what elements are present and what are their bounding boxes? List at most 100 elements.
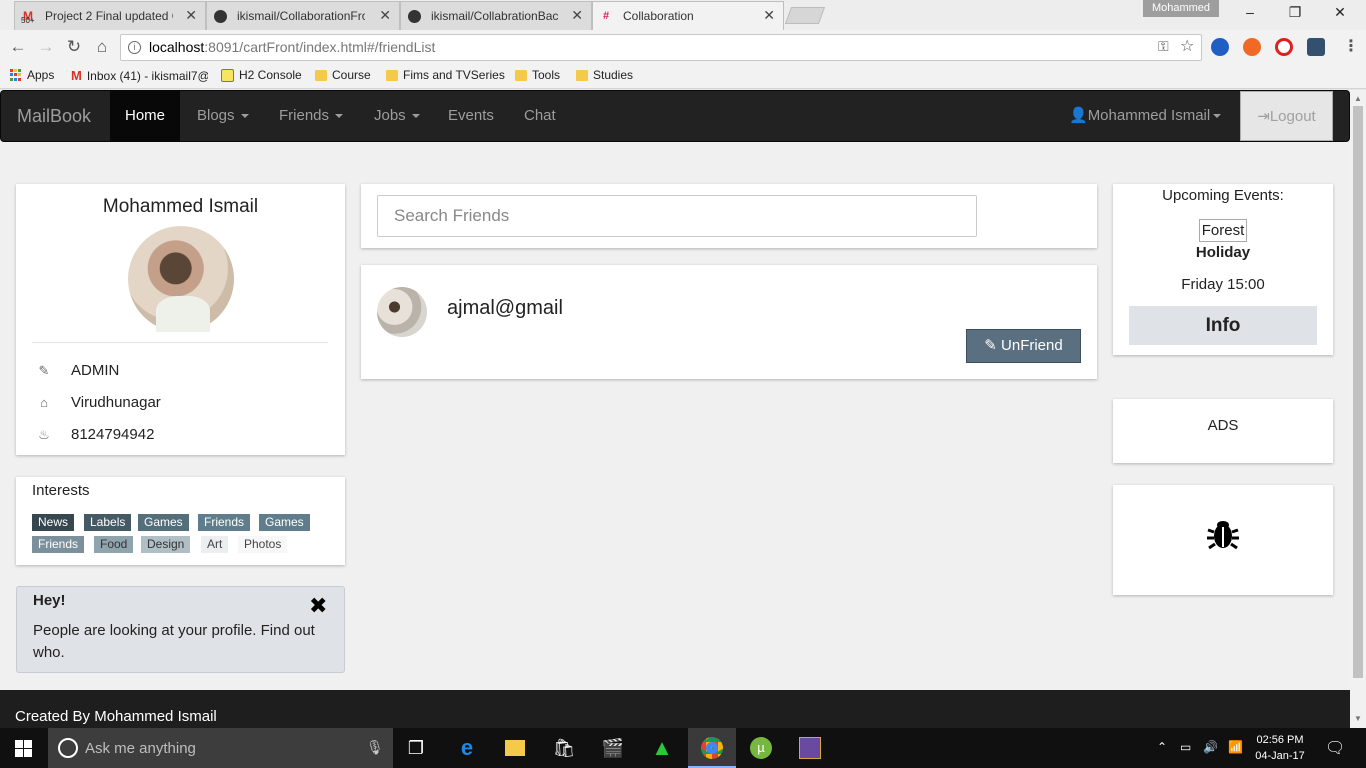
bookmark-tools[interactable]: Tools [515,68,560,82]
android-studio-icon[interactable]: ▲ [650,735,674,760]
profile-phone-row: ♨ 8124794942 [34,426,154,443]
utorrent-icon[interactable]: µ [749,736,773,760]
interest-tag[interactable]: Friends [32,536,85,553]
restore-icon[interactable]: ❐ [1285,4,1305,21]
home-icon[interactable]: ⌂ [91,36,113,58]
extension-box-icon[interactable] [1307,38,1325,56]
extension-icon[interactable] [1211,38,1229,56]
browser-tab-collaboration[interactable]: # Collaboration ✕ [592,1,784,30]
task-view-icon[interactable]: ❐ [404,736,428,760]
new-tab-button[interactable] [784,7,826,24]
close-icon[interactable]: ✕ [763,7,775,24]
browser-tab-gmail[interactable]: M 50+ Project 2 Final updated C ✕ [14,1,206,30]
search-friends-input[interactable] [377,195,977,237]
info-icon[interactable]: i [128,41,141,54]
volume-icon[interactable]: 🔊 [1203,740,1218,754]
extension-fire-icon[interactable] [1243,38,1261,56]
edit-icon: ✎ [984,337,997,354]
tray-chevron-icon[interactable]: ⌃ [1157,740,1167,754]
media-app-icon[interactable]: 🎬 [601,736,625,760]
logout-button[interactable]: ⇥Logout [1240,91,1333,141]
friend-avatar[interactable] [377,287,427,337]
cortana-search[interactable]: Ask me anything 🎙 [48,728,393,768]
game-app-icon[interactable] [798,736,822,760]
unfriend-button[interactable]: ✎ UnFriend [966,329,1081,363]
bookmark-label: Course [332,68,371,82]
profile-name: Mohammed Ismail [102,196,259,217]
minimize-icon[interactable]: – [1240,4,1260,20]
file-explorer-icon[interactable] [503,736,527,760]
browser-toolbar: ← → ↻ ⌂ i localhost:8091/cartFront/index… [0,30,1366,64]
url-path: :8091/cartFront/index.html#/friendList [204,39,436,55]
action-center-icon[interactable]: 🗨 [1325,738,1345,758]
tab-label: ikismail/CollabrationBack [431,9,559,23]
profile-card: Mohammed Ismail ✎ ADMIN ⌂ Virudhunagar ♨… [16,184,345,455]
store-icon[interactable]: 🛍 [552,736,576,760]
user-icon: 👤 [1069,107,1088,124]
opera-icon[interactable] [1275,38,1293,56]
menu-dots-icon[interactable]: ⋮ [1343,36,1359,56]
nav-chat[interactable]: Chat [509,91,571,141]
address-bar[interactable]: i localhost:8091/cartFront/index.html#/f… [120,34,1202,61]
close-window-icon[interactable]: ✕ [1330,4,1350,21]
bug-icon[interactable] [1206,517,1240,551]
caret-down-icon [335,114,344,119]
interest-tag[interactable]: News [32,514,75,531]
window-user-badge[interactable]: Mohammed [1143,0,1219,17]
nav-events[interactable]: Events [433,91,509,141]
interest-tag[interactable]: Food [94,536,134,553]
bookmark-h2-console[interactable]: H2 Console [221,68,302,82]
profile-views-alert: Hey! ✖ People are looking at your profil… [16,586,345,673]
windows-start-icon[interactable] [15,740,32,757]
nav-home[interactable]: Home [110,91,181,141]
star-icon[interactable]: ☆ [1180,36,1194,56]
forward-arrow-icon[interactable]: → [35,36,57,58]
back-arrow-icon[interactable]: ← [7,36,29,58]
brand-logo[interactable]: MailBook [17,106,91,127]
bookmark-label: Apps [27,68,55,82]
interest-tag[interactable]: Art [201,536,229,553]
github-icon [407,9,421,23]
interest-tag[interactable]: Labels [84,514,132,531]
close-icon[interactable]: ✖ [309,595,327,617]
bookmark-fims[interactable]: Fims and TVSeries [386,68,505,82]
scroll-down-icon[interactable]: ▼ [1354,714,1362,723]
friend-email[interactable]: ajmal@gmail [447,297,563,320]
interest-tag[interactable]: Friends [198,514,251,531]
event-info-button[interactable]: Info [1129,306,1317,345]
nav-jobs[interactable]: Jobs [359,91,435,141]
bookmark-apps[interactable]: Apps [10,68,54,82]
profile-role-row: ✎ ADMIN [34,362,120,379]
browser-tab-github-front[interactable]: ikismail/CollaborationFro ✕ [206,1,400,30]
microphone-icon[interactable]: 🎙 [366,739,384,756]
page-scrollbar[interactable]: ▲ ▼ [1350,90,1366,728]
edge-icon[interactable]: e [455,735,479,760]
bookmark-label: Studies [593,68,634,82]
close-icon[interactable]: ✕ [571,7,583,24]
browser-tab-github-back[interactable]: ikismail/CollabrationBack ✕ [400,1,592,30]
url-host: localhost [149,39,205,55]
close-icon[interactable]: ✕ [379,7,391,24]
ads-label: ADS [1207,417,1239,434]
pencil-icon: ✎ [38,362,50,378]
scrollbar-thumb[interactable] [1353,106,1363,678]
scroll-up-icon[interactable]: ▲ [1354,94,1362,103]
key-icon[interactable]: ⚿ [1158,38,1169,55]
reload-icon[interactable]: ↻ [63,36,85,58]
nav-friends[interactable]: Friends [264,91,358,141]
user-menu[interactable]: 👤Mohammed Ismail [1069,91,1222,141]
interest-tag[interactable]: Games [138,514,189,531]
chrome-icon[interactable] [700,736,724,760]
bookmark-inbox[interactable]: M Inbox (41) - ikismail7@ [71,68,208,83]
wifi-icon[interactable]: 📶 [1228,740,1243,754]
interest-tag[interactable]: Games [259,514,310,531]
system-clock[interactable]: 02:56 PM 04-Jan-17 [1252,732,1308,764]
interest-tag[interactable]: Photos [238,536,288,553]
bookmark-course[interactable]: Course [315,68,371,82]
battery-icon[interactable]: ▭ [1180,740,1191,754]
upcoming-events-card: Upcoming Events: Forest Holiday Friday 1… [1113,184,1333,355]
nav-blogs[interactable]: Blogs [182,91,264,141]
bookmark-studies[interactable]: Studies [576,68,633,82]
close-icon[interactable]: ✕ [185,7,197,24]
interest-tag[interactable]: Design [141,536,191,553]
